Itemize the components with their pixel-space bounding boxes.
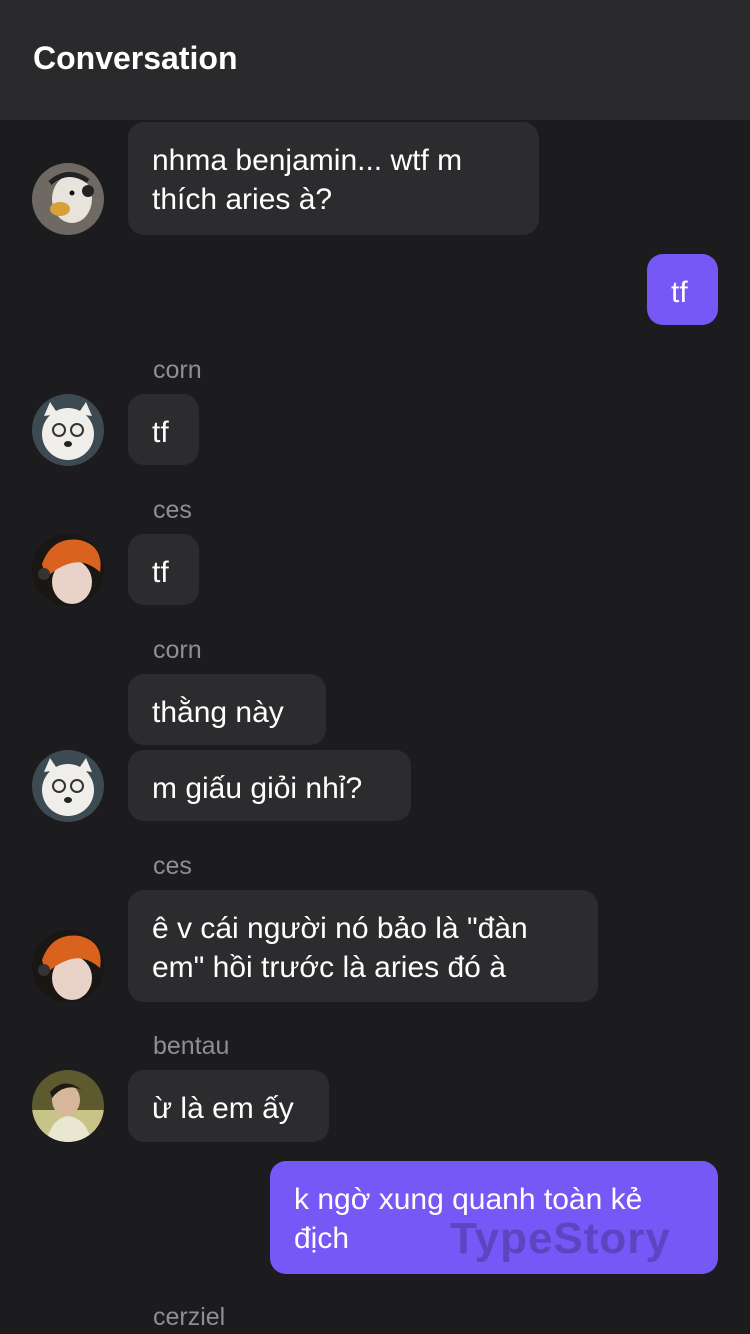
goose-avatar[interactable] (32, 163, 104, 235)
redhead-avatar[interactable] (32, 534, 104, 606)
dog-avatar[interactable] (32, 750, 104, 822)
message-bubble-outgoing[interactable]: tf (647, 254, 718, 325)
sender-name: bentau (153, 1032, 230, 1060)
message-bubble[interactable]: nhma benjamin... wtf m thích aries à? (128, 122, 539, 235)
dog-avatar[interactable] (32, 394, 104, 466)
page-title: Conversation (33, 40, 238, 76)
header: Conversation (0, 0, 750, 120)
sender-name: ces (153, 852, 192, 880)
sender-name: corn (153, 356, 202, 384)
message-bubble[interactable]: ừ là em ấy (128, 1070, 329, 1142)
typestory-watermark: TypeStory (450, 1214, 671, 1263)
redhead-avatar[interactable] (32, 930, 104, 1002)
message-bubble[interactable]: m giấu giỏi nhỉ? (128, 750, 411, 821)
sender-name: corn (153, 636, 202, 664)
message-bubble[interactable]: ê v cái người nó bảo là "đàn em" hồi trư… (128, 890, 598, 1002)
message-bubble[interactable]: thằng này (128, 674, 326, 745)
sender-name: ces (153, 496, 192, 524)
message-bubble[interactable]: tf (128, 534, 199, 605)
man-avatar[interactable] (32, 1070, 104, 1142)
message-bubble[interactable]: tf (128, 394, 199, 465)
sender-name: cerziel (153, 1303, 226, 1331)
